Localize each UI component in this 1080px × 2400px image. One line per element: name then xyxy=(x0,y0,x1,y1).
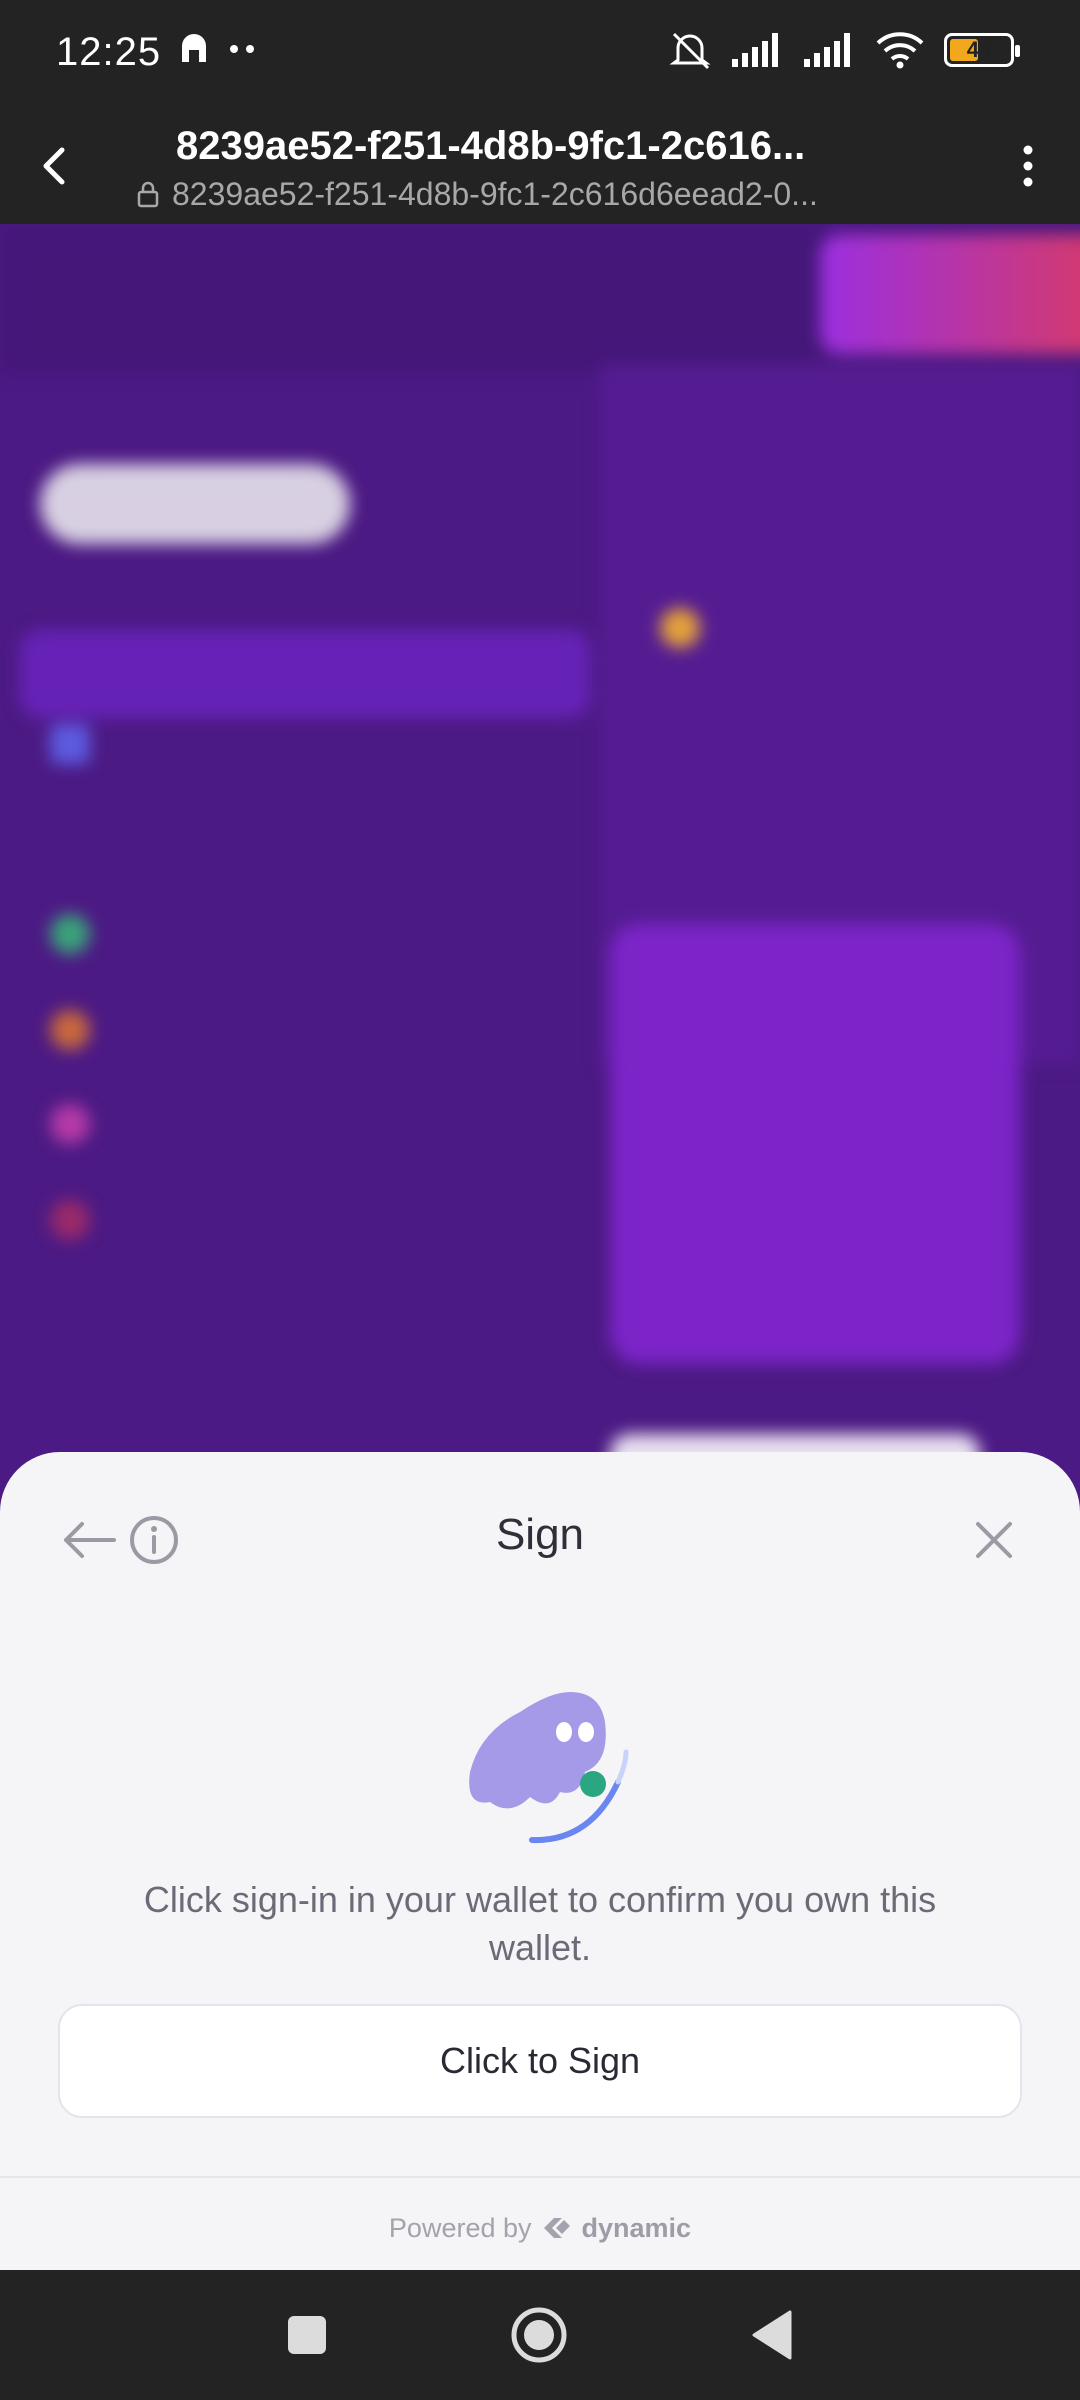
mute-icon xyxy=(669,32,711,70)
modal-header: Sign xyxy=(0,1452,1080,1622)
sign-modal: Sign Click sign-in in your wallet to con… xyxy=(0,1452,1080,2270)
status-bar: 12:25 44 xyxy=(0,0,1080,112)
url-field[interactable]: 8239ae52-f251-4d8b-9fc1-2c616d6eead2-0..… xyxy=(136,174,916,214)
signal-icon xyxy=(732,33,778,67)
page-title: 8239ae52-f251-4d8b-9fc1-2c616... xyxy=(176,124,806,168)
home-icon[interactable] xyxy=(506,2302,572,2368)
wallet-ghost-icon xyxy=(469,1692,629,1844)
close-icon[interactable] xyxy=(962,1508,1026,1572)
blurred-webpage xyxy=(0,224,1080,1524)
notification-icon xyxy=(182,34,206,62)
dynamic-brand: dynamic xyxy=(581,2212,692,2243)
powered-by-label: Powered by xyxy=(388,2212,532,2243)
back-triangle-icon[interactable] xyxy=(740,2302,806,2368)
dynamic-logo-icon xyxy=(543,2218,570,2238)
modal-title: Sign xyxy=(495,1510,585,1559)
click-to-sign-button[interactable]: Click to Sign xyxy=(58,2004,1022,2118)
system-navigation-bar xyxy=(0,2270,1080,2400)
status-time: 12:25 xyxy=(56,30,162,74)
wifi-icon xyxy=(876,32,924,69)
browser-toolbar: 8239ae52-f251-4d8b-9fc1-2c616... 8239ae5… xyxy=(0,112,1080,224)
sign-instruction-text: Click sign-in in your wallet to confirm … xyxy=(143,1879,937,1968)
powered-by-footer: Powered by dynamic xyxy=(0,2204,1080,2252)
url-text: 8239ae52-f251-4d8b-9fc1-2c616d6eead2-0..… xyxy=(172,175,818,212)
footer-divider xyxy=(0,2176,1080,2178)
signal-icon xyxy=(804,33,850,67)
recent-apps-icon[interactable] xyxy=(274,2302,340,2368)
battery-level: 44 xyxy=(966,37,992,62)
lock-icon xyxy=(137,181,159,208)
more-options-icon[interactable] xyxy=(998,136,1058,196)
battery-icon: 44 xyxy=(944,33,1020,67)
more-notifications-icon xyxy=(230,45,254,53)
back-arrow-icon[interactable] xyxy=(26,136,86,196)
